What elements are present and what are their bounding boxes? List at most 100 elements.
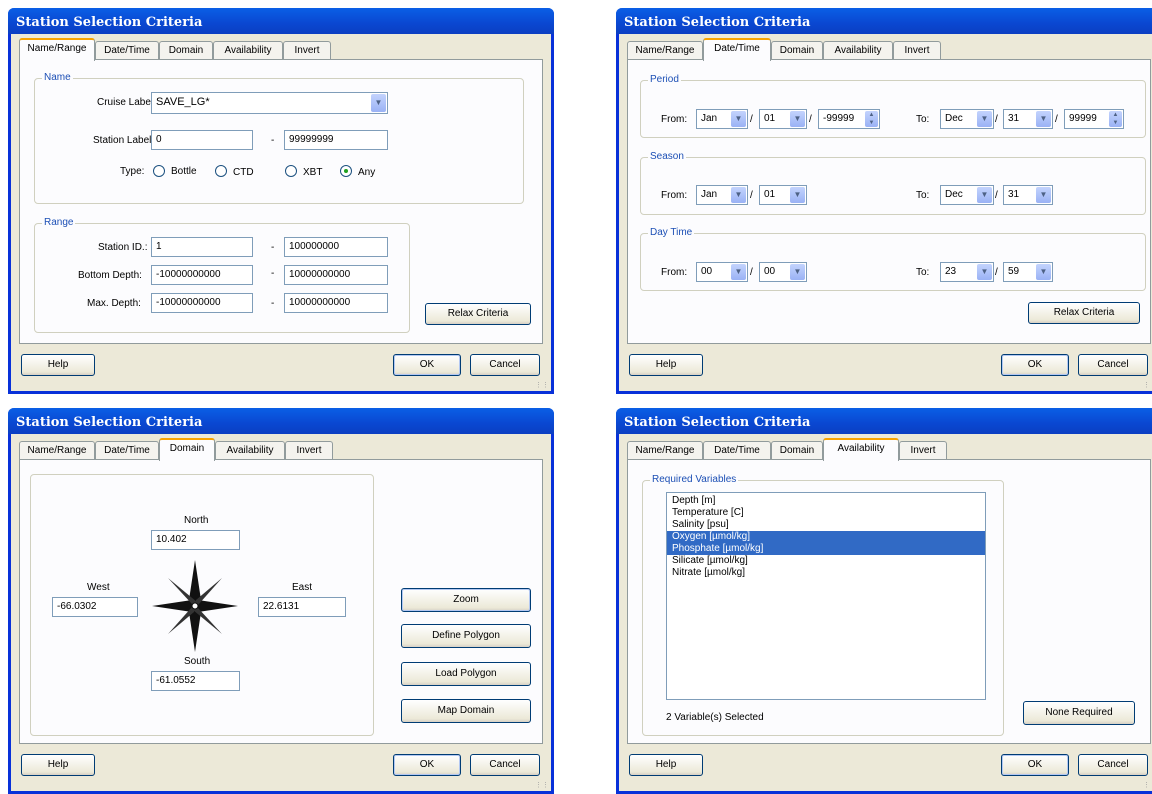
tab-domain[interactable]: Domain bbox=[771, 441, 823, 460]
period-to-day-combo[interactable]: 31 ▼ bbox=[1003, 109, 1053, 129]
tab-availability[interactable]: Availability bbox=[823, 438, 899, 461]
station-id-to-input[interactable]: 100000000 bbox=[284, 237, 388, 257]
chevron-down-icon[interactable]: ▼ bbox=[731, 187, 746, 203]
relax-criteria-button[interactable]: Relax Criteria bbox=[425, 303, 531, 325]
variable-list-item[interactable]: Phosphate [µmol/kg] bbox=[667, 543, 985, 555]
east-input[interactable]: 22.6131 bbox=[258, 597, 346, 617]
radio-bottle[interactable] bbox=[153, 165, 165, 177]
help-button[interactable]: Help bbox=[629, 754, 703, 776]
daytime-to-label: To: bbox=[916, 267, 930, 278]
tab-availability[interactable]: Availability bbox=[823, 41, 893, 60]
west-input[interactable]: -66.0302 bbox=[52, 597, 138, 617]
ok-button[interactable]: OK bbox=[393, 754, 461, 776]
variable-list-item[interactable]: Oxygen [µmol/kg] bbox=[667, 531, 985, 543]
help-button[interactable]: Help bbox=[21, 754, 95, 776]
south-input[interactable]: -61.0552 bbox=[151, 671, 240, 691]
cancel-button[interactable]: Cancel bbox=[470, 354, 540, 376]
tab-invert[interactable]: Invert bbox=[893, 41, 941, 60]
chevron-down-icon[interactable]: ▼ bbox=[977, 264, 992, 280]
daytime-to-minute-combo[interactable]: 59 ▼ bbox=[1003, 262, 1053, 282]
station-label-from-input[interactable]: 0 bbox=[151, 130, 253, 150]
tab-name-range[interactable]: Name/Range bbox=[19, 441, 95, 460]
help-button[interactable]: Help bbox=[629, 354, 703, 376]
spinner-arrows-icon[interactable]: ▲ ▼ bbox=[1109, 111, 1122, 127]
period-from-year-spinner[interactable]: -99999 ▲ ▼ bbox=[818, 109, 880, 129]
cancel-button[interactable]: Cancel bbox=[1078, 754, 1148, 776]
cruise-label-combo[interactable]: SAVE_LG* ▼ bbox=[151, 92, 388, 114]
variable-list-item[interactable]: Salinity [psu] bbox=[667, 519, 985, 531]
resize-grip-icon[interactable]: ⋮⋮ bbox=[1143, 381, 1152, 389]
chevron-down-icon[interactable]: ▼ bbox=[977, 111, 992, 127]
ok-button[interactable]: OK bbox=[1001, 354, 1069, 376]
tab-name-range[interactable]: Name/Range bbox=[19, 38, 95, 61]
max-depth-dash: - bbox=[271, 298, 275, 309]
chevron-down-icon[interactable]: ▼ bbox=[1036, 111, 1051, 127]
define-polygon-button[interactable]: Define Polygon bbox=[401, 624, 531, 648]
season-from-day-combo[interactable]: 01 ▼ bbox=[759, 185, 807, 205]
spinner-arrows-icon[interactable]: ▲ ▼ bbox=[865, 111, 878, 127]
period-to-month-combo[interactable]: Dec ▼ bbox=[940, 109, 994, 129]
tab-name-range[interactable]: Name/Range bbox=[627, 41, 703, 60]
tab-invert[interactable]: Invert bbox=[899, 441, 947, 460]
variable-list-item[interactable]: Depth [m] bbox=[667, 495, 985, 507]
relax-criteria-button[interactable]: Relax Criteria bbox=[1028, 302, 1140, 324]
tab-date-time[interactable]: Date/Time bbox=[95, 441, 159, 460]
season-from-month-combo[interactable]: Jan ▼ bbox=[696, 185, 748, 205]
chevron-down-icon[interactable]: ▼ bbox=[790, 187, 805, 203]
dialog-title: Station Selection Criteria bbox=[8, 408, 554, 434]
variable-list-item[interactable]: Nitrate [µmol/kg] bbox=[667, 567, 985, 579]
radio-any[interactable] bbox=[340, 165, 352, 177]
resize-grip-icon[interactable]: ⋮⋮ bbox=[535, 381, 549, 389]
tab-panel: Name Cruise Label: SAVE_LG* ▼ Station La… bbox=[19, 59, 543, 344]
max-depth-from-input[interactable]: -10000000000 bbox=[151, 293, 253, 313]
variable-list-item[interactable]: Silicate [µmol/kg] bbox=[667, 555, 985, 567]
help-button[interactable]: Help bbox=[21, 354, 95, 376]
period-from-month-combo[interactable]: Jan ▼ bbox=[696, 109, 748, 129]
tab-date-time[interactable]: Date/Time bbox=[703, 441, 771, 460]
tab-domain[interactable]: Domain bbox=[159, 41, 213, 60]
daytime-from-hour-combo[interactable]: 00 ▼ bbox=[696, 262, 748, 282]
tab-date-time[interactable]: Date/Time bbox=[703, 38, 771, 61]
cancel-button[interactable]: Cancel bbox=[1078, 354, 1148, 376]
bottom-depth-from-input[interactable]: -10000000000 bbox=[151, 265, 253, 285]
station-label-to-input[interactable]: 99999999 bbox=[284, 130, 388, 150]
season-to-day-combo[interactable]: 31 ▼ bbox=[1003, 185, 1053, 205]
variable-list-item[interactable]: Temperature [C] bbox=[667, 507, 985, 519]
chevron-down-icon[interactable]: ▼ bbox=[790, 264, 805, 280]
period-from-day-combo[interactable]: 01 ▼ bbox=[759, 109, 807, 129]
tab-date-time[interactable]: Date/Time bbox=[95, 41, 159, 60]
slash: / bbox=[995, 114, 998, 125]
none-required-button[interactable]: None Required bbox=[1023, 701, 1135, 725]
tab-name-range[interactable]: Name/Range bbox=[627, 441, 703, 460]
ok-button[interactable]: OK bbox=[1001, 754, 1069, 776]
chevron-down-icon[interactable]: ▼ bbox=[977, 187, 992, 203]
variables-listbox[interactable]: Depth [m] Temperature [C] Salinity [psu] Ox… bbox=[666, 492, 986, 700]
daytime-from-minute-combo[interactable]: 00 ▼ bbox=[759, 262, 807, 282]
radio-ctd[interactable] bbox=[215, 165, 227, 177]
chevron-down-icon[interactable]: ▼ bbox=[371, 94, 386, 112]
tab-domain[interactable]: Domain bbox=[159, 438, 215, 461]
station-id-from-input[interactable]: 1 bbox=[151, 237, 253, 257]
max-depth-to-input[interactable]: 10000000000 bbox=[284, 293, 388, 313]
load-polygon-button[interactable]: Load Polygon bbox=[401, 662, 531, 686]
tab-invert[interactable]: Invert bbox=[285, 441, 333, 460]
ok-button[interactable]: OK bbox=[393, 354, 461, 376]
season-to-month-combo[interactable]: Dec ▼ bbox=[940, 185, 994, 205]
tab-availability[interactable]: Availability bbox=[215, 441, 285, 460]
tab-invert[interactable]: Invert bbox=[283, 41, 331, 60]
chevron-down-icon[interactable]: ▼ bbox=[790, 111, 805, 127]
tab-domain[interactable]: Domain bbox=[771, 41, 823, 60]
map-domain-button[interactable]: Map Domain bbox=[401, 699, 531, 723]
daytime-to-hour-combo[interactable]: 23 ▼ bbox=[940, 262, 994, 282]
chevron-down-icon[interactable]: ▼ bbox=[731, 111, 746, 127]
north-input[interactable]: 10.402 bbox=[151, 530, 240, 550]
chevron-down-icon[interactable]: ▼ bbox=[1036, 264, 1051, 280]
tab-availability[interactable]: Availability bbox=[213, 41, 283, 60]
chevron-down-icon[interactable]: ▼ bbox=[1036, 187, 1051, 203]
cancel-button[interactable]: Cancel bbox=[470, 754, 540, 776]
chevron-down-icon[interactable]: ▼ bbox=[731, 264, 746, 280]
radio-xbt[interactable] bbox=[285, 165, 297, 177]
zoom-button[interactable]: Zoom bbox=[401, 588, 531, 612]
period-to-year-spinner[interactable]: 99999 ▲ ▼ bbox=[1064, 109, 1124, 129]
bottom-depth-to-input[interactable]: 10000000000 bbox=[284, 265, 388, 285]
